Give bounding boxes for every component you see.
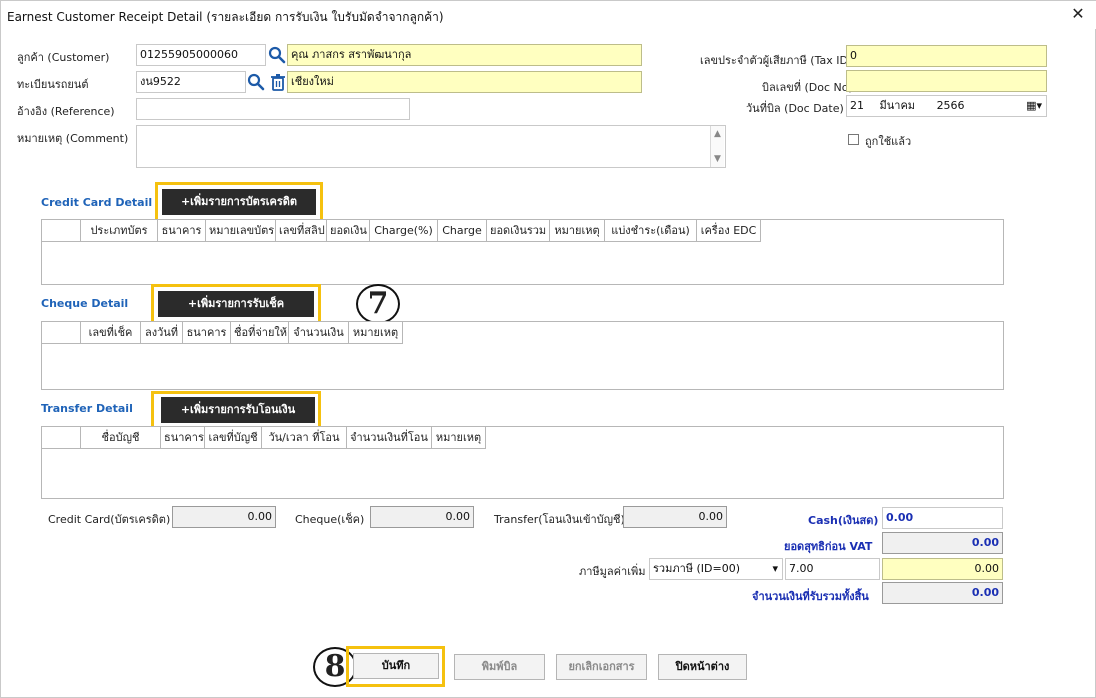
column-header[interactable]: ธนาคาร [183, 322, 231, 344]
column-header[interactable]: Charge [438, 220, 487, 242]
net-before-vat-label: ยอดสุทธิก่อน VAT [784, 540, 873, 553]
cancel-document-button[interactable]: ยกเลิกเอกสาร [556, 654, 647, 680]
column-header[interactable]: วัน/เวลา ที่โอน [262, 427, 347, 449]
print-bill-button[interactable]: พิมพ์บิล [454, 654, 545, 680]
customer-label: ลูกค้า (Customer) [17, 51, 110, 64]
title-bar: Earnest Customer Receipt Detail (รายละเอ… [1, 1, 1096, 29]
customer-name-field: คุณ ภาสกร สราพัฒนากุล [287, 44, 642, 66]
doc-date-label: วันที่บิล (Doc Date) [746, 102, 844, 115]
column-header[interactable]: หมายเหตุ [550, 220, 605, 242]
scroll-down-icon[interactable]: ▼ [711, 153, 724, 165]
credit-card-total-label: Credit Card(บัตรเครดิต) [48, 513, 171, 526]
column-header[interactable]: แบ่งชำระ(เดือน) [605, 220, 697, 242]
close-icon[interactable]: ✕ [1069, 5, 1087, 23]
transfer-grid[interactable]: ชื่อบัญชี ธนาคาร เลขที่บัญชี วัน/เวลา ที่โอ… [41, 426, 1004, 499]
save-button[interactable]: บันทึก [353, 653, 439, 679]
vat-amount-field: 0.00 [882, 558, 1003, 580]
chevron-down-icon[interactable]: ▾ [772, 559, 778, 579]
transfer-total-label: Transfer(โอนเงินเข้าบัญชี) [494, 513, 625, 526]
column-header[interactable]: ชื่อบัญชี [81, 427, 161, 449]
add-transfer-button[interactable]: +เพิ่มรายการรับโอนเงิน [161, 397, 315, 423]
transfer-grid-header: ชื่อบัญชี ธนาคาร เลขที่บัญชี วัน/เวลา ที่โอ… [42, 427, 486, 449]
grand-total-label: จำนวนเงินที่รับรวมทั้งสิ้น [752, 590, 869, 603]
vat-type-select[interactable]: รวมภาษี (ID=00) ▾ [649, 558, 783, 580]
column-header[interactable]: ประเภทบัตร [81, 220, 158, 242]
reference-label: อ้างอิง (Reference) [17, 105, 115, 118]
vehicle-province-field: เชียงใหม่ [287, 71, 642, 93]
doc-date-year: 2566 [936, 99, 965, 112]
column-header[interactable]: เครื่อง EDC [697, 220, 761, 242]
used-checkbox[interactable] [848, 134, 859, 145]
search-icon[interactable] [268, 46, 286, 64]
column-header[interactable]: ธนาคาร [158, 220, 206, 242]
column-header[interactable] [42, 322, 81, 344]
add-cheque-button[interactable]: +เพิ่มรายการรับเช็ค [158, 291, 314, 317]
scroll-up-icon[interactable]: ▲ [711, 128, 724, 140]
column-header[interactable]: จำนวนเงินที่โอน [347, 427, 432, 449]
cheque-grid-header: เลขที่เช็ค ลงวันที่ ธนาคาร ชื่อที่จ่ายให้ จำ… [42, 322, 403, 344]
column-header[interactable] [42, 220, 81, 242]
comment-scrollbar[interactable]: ▲ ▼ [710, 126, 724, 167]
credit-card-grid[interactable]: ประเภทบัตร ธนาคาร หมายเลขบัตร เลขที่สลิป ยอด… [41, 219, 1004, 285]
vat-type-value: รวมภาษี (ID=00) [653, 562, 741, 575]
column-header[interactable]: ยอดเงินรวม [487, 220, 550, 242]
doc-no-label: บิลเลขที่ (Doc No) [762, 81, 853, 94]
column-header[interactable]: ยอดเงิน [327, 220, 370, 242]
column-header[interactable] [42, 427, 81, 449]
grand-total-field: 0.00 [882, 582, 1003, 604]
window-title: Earnest Customer Receipt Detail (รายละเอ… [7, 10, 444, 24]
net-before-vat-field: 0.00 [882, 532, 1003, 554]
cheque-total-label: Cheque(เช็ค) [295, 513, 365, 526]
doc-date-picker[interactable]: 21 มีนาคม 2566 ▦▾ [846, 95, 1047, 117]
cash-input[interactable]: 0.00 [882, 507, 1003, 529]
column-header[interactable]: หมายเหตุ [349, 322, 403, 344]
credit-card-grid-header: ประเภทบัตร ธนาคาร หมายเลขบัตร เลขที่สลิป ยอด… [42, 220, 761, 242]
credit-card-section-title: Credit Card Detail [41, 196, 153, 209]
add-credit-card-button[interactable]: +เพิ่มรายการบัตรเครดิต [162, 189, 316, 215]
credit-card-total-field: 0.00 [172, 506, 276, 528]
doc-date-day: 21 [850, 99, 864, 112]
transfer-total-field: 0.00 [623, 506, 727, 528]
column-header[interactable]: ลงวันที่ [141, 322, 183, 344]
receipt-detail-window: Earnest Customer Receipt Detail (รายละเอ… [0, 0, 1096, 698]
calendar-dropdown-icon[interactable]: ▦▾ [1026, 96, 1042, 116]
vat-label: ภาษีมูลค่าเพิ่ม [579, 565, 646, 578]
tax-id-label: เลขประจำตัวผู้เสียภาษี (Tax ID) [700, 54, 853, 67]
step-7-marker: 7 [356, 284, 400, 324]
comment-textarea[interactable] [136, 125, 726, 168]
cheque-grid[interactable]: เลขที่เช็ค ลงวันที่ ธนาคาร ชื่อที่จ่ายให้ จำ… [41, 321, 1004, 390]
vat-rate-input[interactable]: 7.00 [785, 558, 880, 580]
column-header[interactable]: เลขที่บัญชี [205, 427, 262, 449]
transfer-section-title: Transfer Detail [41, 402, 133, 415]
column-header[interactable]: หมายเลขบัตร [206, 220, 276, 242]
column-header[interactable]: เลขที่สลิป [276, 220, 327, 242]
customer-code-input[interactable]: 01255905000060 [136, 44, 266, 66]
vehicle-label: ทะเบียนรถยนต์ [17, 78, 89, 91]
column-header[interactable]: จำนวนเงิน [289, 322, 349, 344]
column-header[interactable]: เลขที่เช็ค [81, 322, 141, 344]
cash-label: Cash(เงินสด) [808, 514, 879, 527]
column-header[interactable]: Charge(%) [370, 220, 438, 242]
search-icon[interactable] [247, 73, 265, 91]
tax-id-field[interactable]: 0 [846, 45, 1047, 67]
vehicle-plate-input[interactable]: งน9522 [136, 71, 246, 93]
column-header[interactable]: หมายเหตุ [432, 427, 486, 449]
column-header[interactable]: ธนาคาร [161, 427, 205, 449]
reference-input[interactable] [136, 98, 410, 120]
cheque-section-title: Cheque Detail [41, 297, 129, 310]
cheque-total-field: 0.00 [370, 506, 474, 528]
doc-date-month: มีนาคม [879, 99, 916, 112]
column-header[interactable]: ชื่อที่จ่ายให้ [231, 322, 289, 344]
comment-label: หมายเหตุ (Comment) [17, 132, 129, 145]
doc-no-field[interactable] [846, 70, 1047, 92]
used-checkbox-label: ถูกใช้แล้ว [865, 135, 912, 148]
close-window-button[interactable]: ปิดหน้าต่าง [658, 654, 747, 680]
trash-icon[interactable] [269, 73, 287, 91]
